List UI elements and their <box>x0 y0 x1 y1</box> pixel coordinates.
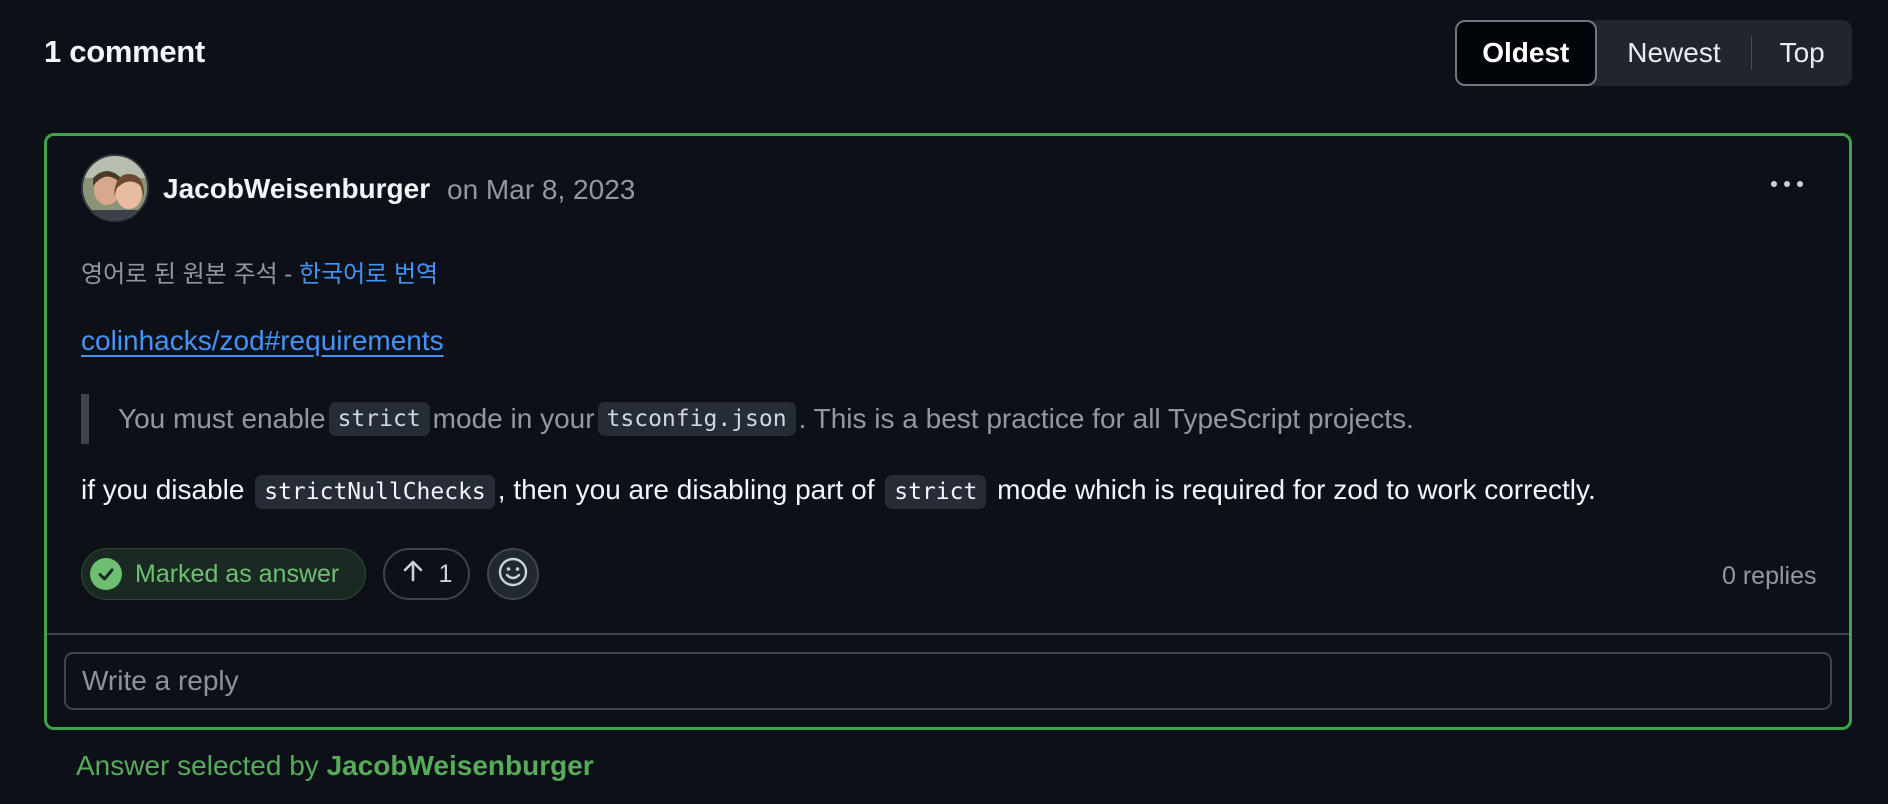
inline-code: tsconfig.json <box>597 402 796 436</box>
body-text: mode which is required for zod to work c… <box>989 474 1596 505</box>
body-text: , then you are disabling part of <box>497 474 883 505</box>
comment-body: if you disable strictNullChecks, then yo… <box>81 474 1596 509</box>
more-options-button[interactable] <box>1759 166 1815 202</box>
author-avatar[interactable] <box>81 154 149 222</box>
marked-as-answer-badge: Marked as answer <box>81 548 366 600</box>
upvote-button[interactable]: 1 <box>383 548 470 600</box>
upvote-count: 1 <box>438 559 453 588</box>
avatar-image <box>83 156 147 220</box>
add-reaction-button[interactable] <box>487 548 539 600</box>
inline-code: strict <box>885 475 987 509</box>
inline-code: strict <box>328 402 430 436</box>
answer-comment-card: JacobWeisenburger on Mar 8, 2023 영어로 된 원… <box>44 133 1852 730</box>
sort-newest-button[interactable]: Newest <box>1597 20 1752 86</box>
arrow-up-icon <box>401 559 425 590</box>
answer-selected-prefix: Answer selected by <box>76 750 327 781</box>
blockquote: You must enable strict mode in your tsco… <box>81 394 1414 444</box>
reply-divider <box>47 633 1849 635</box>
comments-count: 1 comment <box>44 34 205 69</box>
marked-as-answer-label: Marked as answer <box>135 559 340 588</box>
requirements-link[interactable]: colinhacks/zod#requirements <box>81 325 444 357</box>
quote-text: . This is a best practice for all TypeSc… <box>798 403 1414 434</box>
translation-note: 영어로 된 원본 주석 - 한국어로 번역 <box>81 254 438 289</box>
answer-selected-note: Answer selected by JacobWeisenburger <box>76 750 594 782</box>
comment-author[interactable]: JacobWeisenburger <box>163 173 430 205</box>
translate-link[interactable]: 한국어로 번역 <box>299 261 438 288</box>
sort-top-button[interactable]: Top <box>1752 20 1852 86</box>
more-horizontal-icon <box>1771 181 1777 187</box>
body-text: if you disable <box>81 474 253 505</box>
comment-date[interactable]: on Mar 8, 2023 <box>447 174 635 206</box>
comment-actions: Marked as answer 1 <box>81 548 539 600</box>
replies-count: 0 replies <box>1722 562 1817 590</box>
quote-text: You must enable <box>118 403 326 434</box>
check-circle-icon <box>90 558 122 590</box>
quote-text: mode in your <box>432 403 595 434</box>
reply-input[interactable] <box>64 652 1832 710</box>
translation-prefix: 영어로 된 원본 주석 - <box>81 261 299 288</box>
answer-selected-user[interactable]: JacobWeisenburger <box>327 750 594 781</box>
sort-toggle-group: Oldest Newest Top <box>1455 20 1852 86</box>
smiley-icon <box>497 556 529 593</box>
sort-oldest-button[interactable]: Oldest <box>1455 20 1597 86</box>
inline-code: strictNullChecks <box>255 475 495 509</box>
